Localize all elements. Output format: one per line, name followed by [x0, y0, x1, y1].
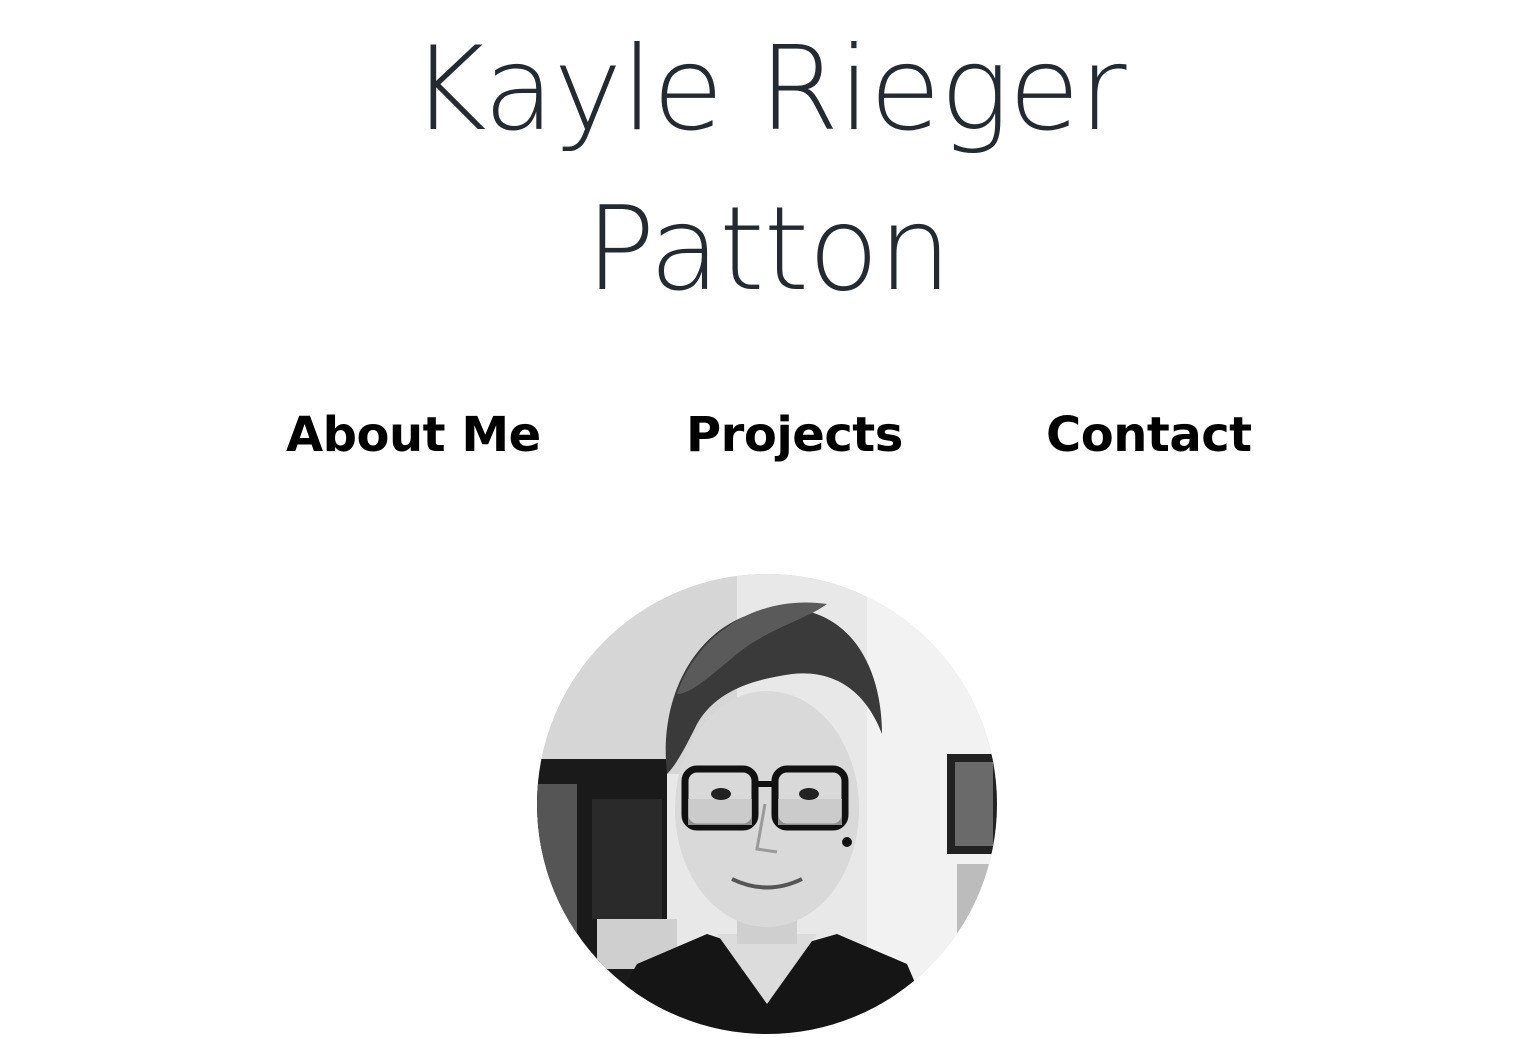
site-title-line1: Kayle Rieger [410, 22, 1126, 157]
portrait-photo-icon [537, 574, 997, 1034]
site-title: Kayle Rieger Patton [0, 10, 1536, 330]
main-nav: About Me Projects Contact [0, 400, 1536, 470]
page: Kayle Rieger Patton About Me Projects Co… [0, 0, 1536, 1038]
site-title-line2: Patton [585, 182, 951, 317]
nav-link-projects[interactable]: Projects [686, 400, 903, 470]
nav-link-contact[interactable]: Contact [1046, 400, 1252, 470]
nav-link-about-me[interactable]: About Me [286, 400, 541, 470]
profile-photo [537, 574, 997, 1034]
